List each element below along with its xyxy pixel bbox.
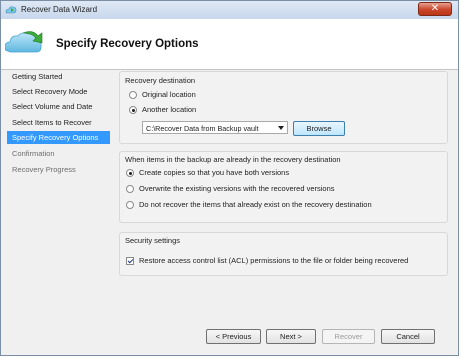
existing-items-heading: When items in the backup are already in … bbox=[125, 155, 341, 164]
close-button[interactable]: ✕ bbox=[418, 2, 452, 16]
next-button[interactable]: Next > bbox=[266, 329, 316, 344]
wizard-steps-nav: Getting Started Select Recovery Mode Sel… bbox=[1, 70, 111, 355]
another-location-label: Another location bbox=[142, 105, 197, 114]
overwrite-label: Overwrite the existing versions with the… bbox=[139, 184, 335, 193]
radio-circle bbox=[129, 91, 137, 99]
cloud-recovery-icon bbox=[5, 31, 43, 53]
original-location-label: Original location bbox=[142, 90, 196, 99]
nav-item-specify-recovery-options[interactable]: Specify Recovery Options bbox=[7, 131, 110, 144]
recover-button: Recover bbox=[322, 329, 375, 344]
browse-button[interactable]: Browse bbox=[293, 121, 345, 136]
radio-circle bbox=[126, 169, 134, 177]
previous-button[interactable]: < Previous bbox=[206, 329, 261, 344]
window-title: Recover Data Wizard bbox=[21, 5, 98, 14]
radio-circle bbox=[126, 201, 134, 209]
title-bar[interactable]: Recover Data Wizard ✕ bbox=[1, 1, 458, 20]
radio-circle bbox=[129, 106, 137, 114]
close-icon: ✕ bbox=[430, 3, 440, 14]
security-settings-heading: Security settings bbox=[125, 236, 181, 245]
create-copies-label: Create copies so that you have both vers… bbox=[139, 168, 290, 177]
app-icon bbox=[5, 6, 17, 14]
destination-path-value: C:\Recover Data from Backup vault bbox=[146, 124, 259, 133]
checkbox-box bbox=[126, 257, 134, 265]
recover-data-wizard-window: Recover Data Wizard ✕ Specify Recovery O… bbox=[0, 0, 459, 356]
nav-item-getting-started[interactable]: Getting Started bbox=[7, 70, 110, 83]
chevron-down-icon[interactable] bbox=[278, 126, 284, 130]
restore-acl-label: Restore access control list (ACL) permis… bbox=[139, 256, 409, 265]
recovery-destination-heading: Recovery destination bbox=[125, 76, 196, 85]
security-settings-group: Security settings bbox=[119, 232, 448, 276]
nav-item-select-recovery-mode[interactable]: Select Recovery Mode bbox=[7, 85, 110, 98]
nav-item-confirmation: Confirmation bbox=[12, 149, 55, 158]
page-title: Specify Recovery Options bbox=[56, 38, 199, 50]
nav-item-select-items-to-recover[interactable]: Select Items to Recover bbox=[7, 116, 110, 129]
do-not-recover-label: Do not recover the items that already ex… bbox=[139, 200, 372, 209]
destination-path-combobox[interactable]: C:\Recover Data from Backup vault bbox=[142, 121, 288, 134]
nav-item-recovery-progress: Recovery Progress bbox=[12, 165, 76, 174]
nav-item-select-volume-and-date[interactable]: Select Volume and Date bbox=[7, 100, 110, 113]
wizard-header: Specify Recovery Options bbox=[1, 19, 458, 70]
cancel-button[interactable]: Cancel bbox=[381, 329, 435, 344]
radio-circle bbox=[126, 185, 134, 193]
